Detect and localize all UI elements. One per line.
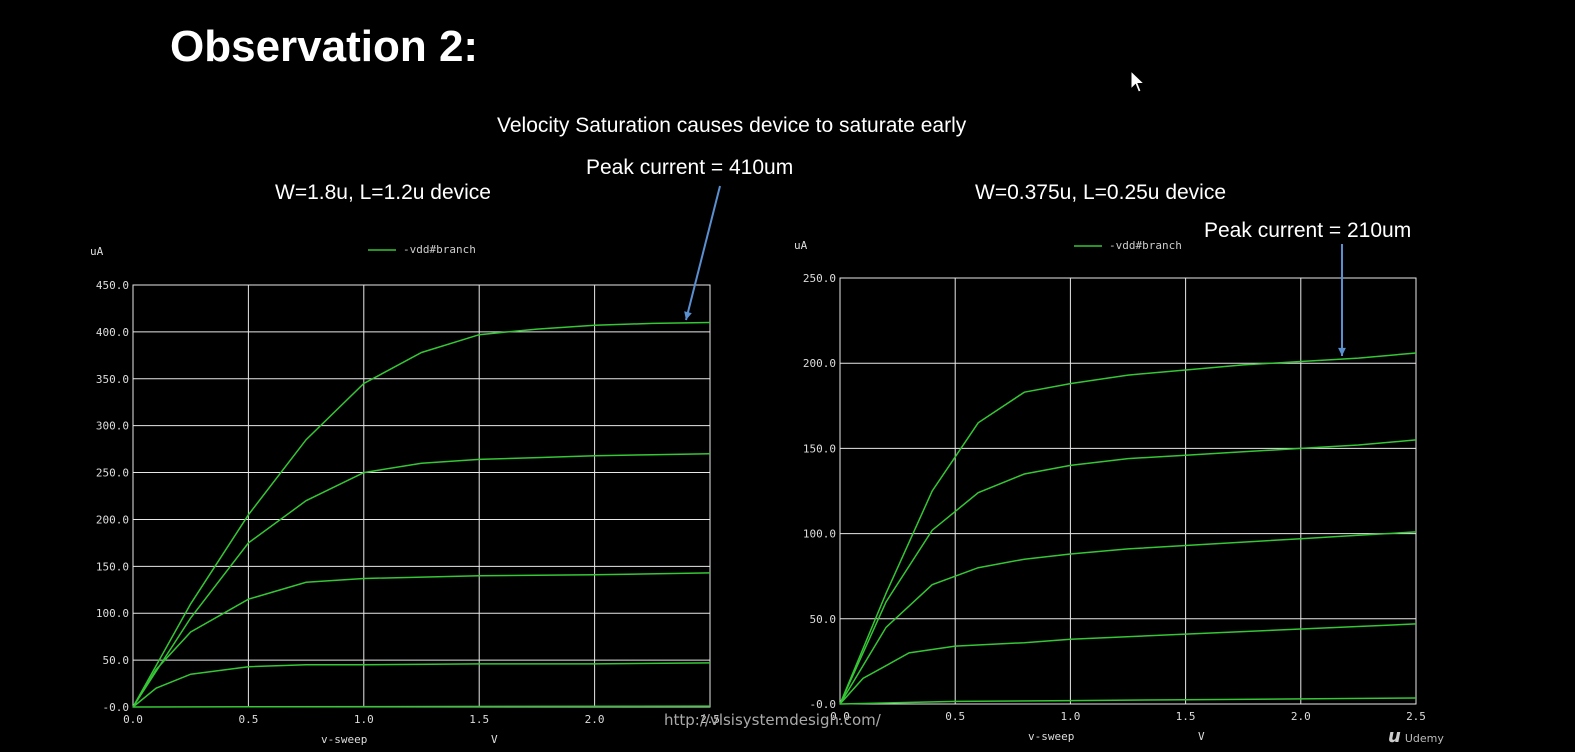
plot-frame (132, 284, 711, 708)
y-tick-label: 100.0 (96, 607, 129, 620)
y-tick-label: 150.0 (803, 442, 836, 455)
udemy-logo: u Udemy (1388, 726, 1444, 747)
x-tick-label: 2.0 (585, 713, 605, 726)
y-tick-label: 100.0 (803, 528, 836, 541)
y-tick-label: -0.0 (810, 698, 837, 711)
y-tick-label: 50.0 (103, 654, 130, 667)
x-tick-label: 1.0 (354, 713, 374, 726)
x-tick-label: 0.5 (238, 713, 258, 726)
series-line-4 (132, 662, 711, 708)
series-line-2 (132, 453, 711, 708)
series-line-3 (839, 531, 1417, 705)
x-tick-label: 1.5 (469, 713, 489, 726)
right-peak-arrow-head (1338, 347, 1346, 356)
y-tick-label: 350.0 (96, 373, 129, 386)
x-axis-unit: V (491, 733, 498, 746)
y-axis-label: uA (794, 239, 808, 252)
series-line-1 (839, 352, 1417, 705)
legend-label: -vdd#branch (403, 243, 476, 256)
series-line-5 (839, 697, 1417, 705)
series-line-4 (839, 623, 1417, 705)
x-axis-label: v-sweep (321, 733, 367, 746)
plots-canvas: 0.0 0.5 1.0 1.5 2.0 2.5 -0.0 50.0 100.0 150.0 200.… (90, 185, 1426, 746)
x-tick-label: 2.5 (1406, 710, 1426, 723)
mouse-cursor-icon (1130, 70, 1146, 93)
legend-label: -vdd#branch (1109, 239, 1182, 252)
series-line-1 (132, 321, 711, 708)
x-axis-label: v-sweep (1028, 730, 1074, 743)
series-line-3 (132, 572, 711, 708)
y-tick-label: -0.0 (103, 701, 130, 714)
y-tick-label: 250.0 (803, 272, 836, 285)
y-tick-label: 200.0 (803, 357, 836, 370)
y-tick-label: 300.0 (96, 420, 129, 433)
series-line-5 (132, 705, 711, 708)
x-tick-label: 1.5 (1176, 710, 1196, 723)
x-tick-label: 0.0 (123, 713, 143, 726)
plot-frame (839, 277, 1417, 705)
y-tick-label: 250.0 (96, 467, 129, 480)
y-tick-label: 150.0 (96, 560, 129, 573)
y-axis-label: uA (90, 245, 104, 258)
y-tick-label: 450.0 (96, 279, 129, 292)
x-tick-label: 1.0 (1060, 710, 1080, 723)
x-tick-label: 2.0 (1291, 710, 1311, 723)
y-tick-label: 400.0 (96, 326, 129, 339)
y-tick-label: 200.0 (96, 513, 129, 526)
y-tick-label: 50.0 (810, 613, 837, 626)
series-line-2 (839, 439, 1417, 705)
watermark-url[interactable]: http://vlsisystemdesign.com/ (664, 711, 881, 729)
x-tick-label: 0.5 (945, 710, 965, 723)
left-peak-arrow (685, 185, 721, 321)
x-axis-unit: V (1198, 730, 1205, 743)
